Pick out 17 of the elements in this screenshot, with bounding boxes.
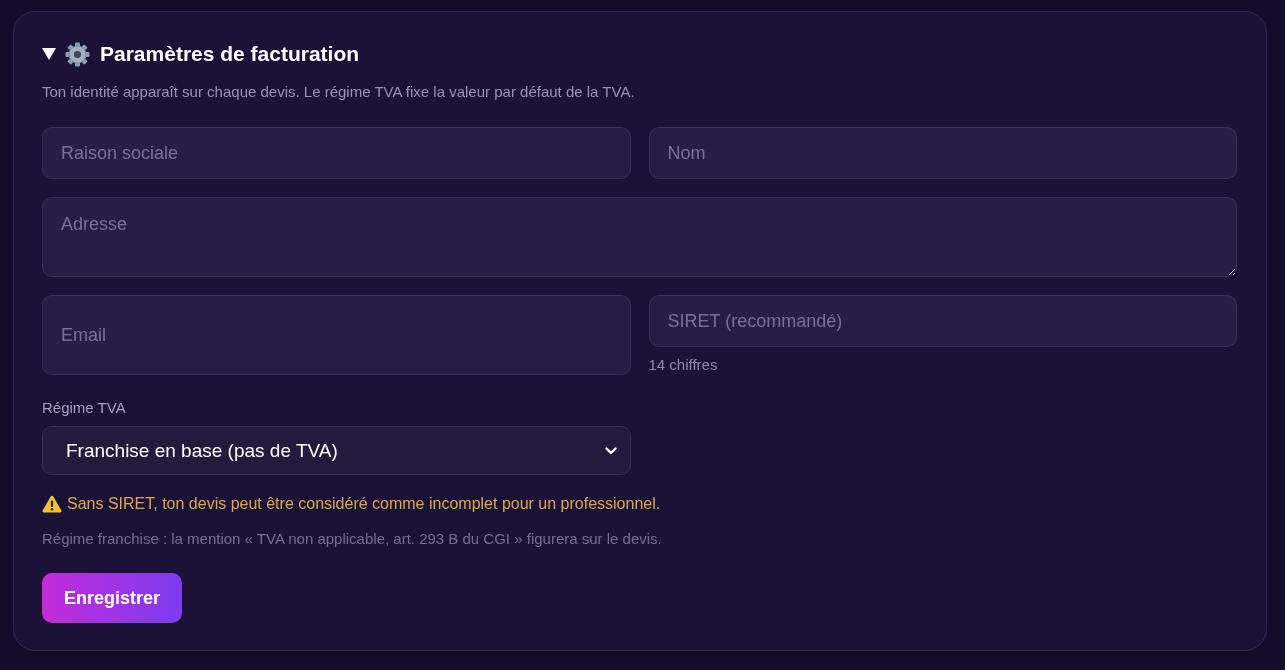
hint-text: 14 chiffres [648,355,718,375]
textarea-field[interactable]: Adresse [42,197,1237,277]
input-field[interactable]: Raison sociale [42,127,631,179]
note-text: Régime franchise : la mention « TVA non applicable, art. 293 B du CGI » figurera sur le devis. [42,529,662,549]
warning-icon [42,495,62,513]
save-button[interactable]: Enregistrer [42,573,183,623]
input-field[interactable]: SIRET (recommandé) [648,295,1237,347]
input-field[interactable]: Nom [648,127,1237,179]
select-label: Régime TVA [42,399,126,417]
panel-title: Paramètres de facturation [100,41,360,67]
chevron-down-icon [604,446,617,455]
select-field[interactable]: Franchise en base (pas de TVA) [42,426,631,475]
warning-text: Sans SIRET, ton devis peut être considéré comme incomplet pour un professionnel. [67,494,661,514]
disclosure-triangle-icon[interactable] [42,48,56,60]
input-field[interactable]: Email [42,295,631,375]
panel-description: Ton identité apparaît sur chaque devis. Le régime TVA fixe la valeur par défaut de la TVA. [42,83,636,101]
gear-icon [65,41,90,67]
